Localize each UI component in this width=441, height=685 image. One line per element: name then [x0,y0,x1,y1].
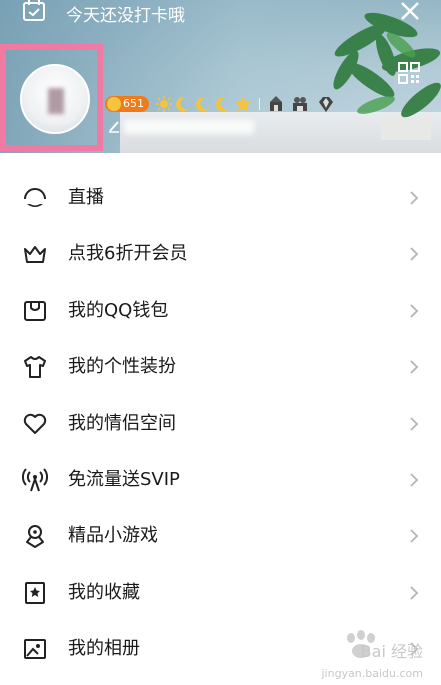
menu-item-live[interactable]: 直播 [0,170,441,226]
menu-item-label: 我的情侣空间 [68,412,176,434]
edit-signature-icon[interactable] [108,119,120,133]
bookmark-icon [25,581,45,604]
menu-item-free-data[interactable]: 免流量送SVIP [0,452,441,508]
menu-item-games[interactable]: 精品小游戏 [0,508,441,564]
avatar-highlight-frame [0,44,103,151]
menu-item-label: 我的收藏 [68,581,140,603]
chevron-right-icon [410,529,419,543]
watermark-url: jingyan.baidu.com [321,667,423,680]
menu-item-wallet[interactable]: 我的QQ钱包 [0,283,441,339]
live-icon [24,188,46,207]
menu-item-label: 我的相册 [68,638,140,660]
chevron-right-icon [410,473,419,487]
calendar-check-icon[interactable] [22,0,46,22]
moon-icon [176,97,189,112]
sun-icon [156,96,172,112]
badge-separator [259,98,260,110]
watermark-text: Bai 经验 [360,642,423,661]
chevron-right-icon [410,191,419,205]
chevron-right-icon [410,360,419,374]
qr-code-icon[interactable] [398,62,420,84]
blurred-signature [124,120,254,134]
star-icon [235,96,251,112]
crown-icon [24,246,46,264]
avatar-blurred-content [48,88,64,114]
level-number: 651 [123,97,144,110]
close-icon[interactable] [399,0,421,22]
game-icon [26,525,44,549]
moon-icon [196,97,209,112]
heart-icon [23,413,47,434]
chevron-right-icon [410,416,419,431]
menu-item-vip[interactable]: 点我6折开会员 [0,226,441,282]
drawer-menu: 直播 点我6折开会员 我的QQ钱包 我的个性装扮 我的情侣空间 免流量送SVIP… [0,170,441,678]
chevron-right-icon [410,304,419,318]
diamond-badge-icon[interactable] [317,96,335,113]
menu-item-label: 点我6折开会员 [68,243,188,265]
signal-tower-icon [22,468,48,492]
menu-item-couple-space[interactable]: 我的情侣空间 [0,396,441,452]
moon-icon [216,97,229,112]
menu-item-label: 我的个性装扮 [68,356,176,378]
tshirt-icon [24,356,46,379]
checkin-prompt[interactable]: 今天还没打卡哦 [66,1,185,26]
album-icon [24,639,46,660]
chevron-right-icon [410,586,419,600]
menu-item-label: 直播 [68,187,104,208]
level-crown-icon [107,97,121,111]
top-bar: 今天还没打卡哦 [0,0,441,26]
menu-item-label: 精品小游戏 [68,525,158,547]
svip-badge-icon[interactable] [291,96,309,113]
chevron-right-icon [410,247,419,262]
avatar[interactable] [20,64,90,134]
menu-item-favorites[interactable]: 我的收藏 [0,565,441,621]
menu-item-label: 我的QQ钱包 [68,299,169,321]
level-badge[interactable]: 651 [105,96,149,112]
wallet-icon [24,300,46,321]
vip-badge-icon[interactable] [267,96,285,113]
menu-item-label: 免流量送SVIP [68,468,180,490]
profile-header: 今天还没打卡哦 651 [0,0,441,153]
menu-item-theme[interactable]: 我的个性装扮 [0,339,441,395]
baidu-watermark: Bai 经验 jingyan.baidu.com [321,630,423,680]
